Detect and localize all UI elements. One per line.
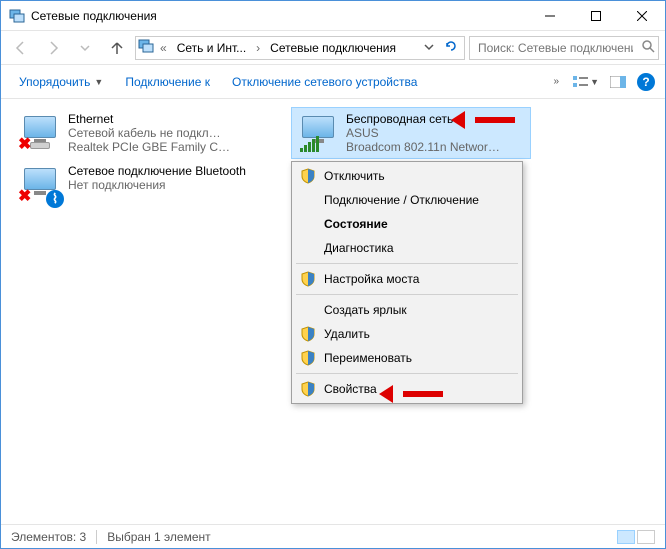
breadcrumb-network[interactable]: Сеть и Инт... bbox=[173, 41, 250, 55]
connection-status: ASUS bbox=[346, 126, 500, 140]
recent-dropdown[interactable] bbox=[71, 36, 99, 60]
breadcrumb-connections[interactable]: Сетевые подключения bbox=[266, 41, 400, 55]
up-button[interactable] bbox=[103, 36, 131, 60]
connection-name: Сетевое подключение Bluetooth bbox=[68, 164, 246, 178]
chevron-icon: « bbox=[156, 41, 171, 55]
connection-status: Сетевой кабель не подкл… bbox=[68, 126, 230, 140]
connection-device: Broadcom 802.11n Networ… bbox=[346, 140, 500, 154]
signal-bars-icon bbox=[300, 136, 319, 152]
menu-separator bbox=[296, 373, 518, 374]
chevron-down-icon: ▼ bbox=[590, 77, 599, 87]
menu-status[interactable]: Состояние bbox=[294, 212, 520, 236]
connect-to-label: Подключение к bbox=[125, 75, 210, 89]
view-large-icon[interactable] bbox=[637, 530, 655, 544]
refresh-icon[interactable] bbox=[440, 39, 462, 56]
connect-to-button[interactable]: Подключение к bbox=[117, 71, 218, 93]
status-bar: Элементов: 3 Выбран 1 элемент bbox=[1, 524, 665, 548]
menu-diagnostics[interactable]: Диагностика bbox=[294, 236, 520, 260]
organize-button[interactable]: Упорядочить ▼ bbox=[11, 71, 111, 93]
preview-pane-button[interactable] bbox=[605, 72, 631, 92]
disable-device-label: Отключение сетевого устройства bbox=[232, 75, 417, 89]
chevron-right-icon: » bbox=[553, 76, 559, 87]
view-options-button[interactable]: ▼ bbox=[573, 72, 599, 92]
ethernet-icon: ✖ bbox=[20, 112, 60, 152]
annotation-arrow bbox=[463, 113, 515, 127]
more-button[interactable]: » bbox=[545, 72, 567, 91]
menu-connect-disconnect-label: Подключение / Отключение bbox=[324, 193, 479, 207]
connection-name: Ethernet bbox=[68, 112, 230, 126]
menu-properties-label: Свойства bbox=[324, 382, 377, 396]
chevron-down-icon: ▼ bbox=[94, 77, 103, 87]
wifi-icon bbox=[298, 112, 338, 152]
connection-device: Realtek PCIe GBE Family C… bbox=[68, 140, 230, 154]
menu-delete-label: Удалить bbox=[324, 327, 370, 341]
context-menu: Отключить Подключение / Отключение Состо… bbox=[291, 161, 523, 404]
organize-label: Упорядочить bbox=[19, 75, 90, 89]
maximize-button[interactable] bbox=[573, 1, 619, 31]
titlebar: Сетевые подключения bbox=[1, 1, 665, 31]
menu-separator bbox=[296, 263, 518, 264]
help-button[interactable]: ? bbox=[637, 73, 655, 91]
shield-icon bbox=[300, 326, 316, 342]
address-bar: « Сеть и Инт... › Сетевые подключения bbox=[1, 31, 665, 65]
back-button[interactable] bbox=[7, 36, 35, 60]
disconnected-x-icon: ✖ bbox=[18, 186, 31, 206]
disable-device-button[interactable]: Отключение сетевого устройства bbox=[224, 71, 425, 93]
minimize-button[interactable] bbox=[527, 1, 573, 31]
menu-rename-label: Переименовать bbox=[324, 351, 412, 365]
status-selected-count: Выбран 1 элемент bbox=[107, 530, 210, 544]
status-separator bbox=[96, 530, 97, 544]
menu-disable[interactable]: Отключить bbox=[294, 164, 520, 188]
connection-bluetooth[interactable]: ⌇ ✖ Сетевое подключение Bluetooth Нет по… bbox=[13, 159, 253, 209]
menu-create-shortcut[interactable]: Создать ярлык bbox=[294, 298, 520, 322]
menu-rename[interactable]: Переименовать bbox=[294, 346, 520, 370]
toolbar: Упорядочить ▼ Подключение к Отключение с… bbox=[1, 65, 665, 99]
bluetooth-icon: ⌇ ✖ bbox=[20, 164, 60, 204]
search-icon bbox=[641, 39, 655, 56]
menu-diagnostics-label: Диагностика bbox=[324, 241, 394, 255]
view-mode-switcher[interactable] bbox=[617, 530, 655, 544]
shield-icon bbox=[300, 168, 316, 184]
shield-icon bbox=[300, 381, 316, 397]
close-button[interactable] bbox=[619, 1, 665, 31]
view-details-icon[interactable] bbox=[617, 530, 635, 544]
menu-bridge[interactable]: Настройка моста bbox=[294, 267, 520, 291]
menu-connect-disconnect[interactable]: Подключение / Отключение bbox=[294, 188, 520, 212]
menu-separator bbox=[296, 294, 518, 295]
window-title: Сетевые подключения bbox=[31, 9, 527, 23]
menu-disable-label: Отключить bbox=[324, 169, 385, 183]
connection-ethernet[interactable]: ✖ Ethernet Сетевой кабель не подкл… Real… bbox=[13, 107, 253, 159]
forward-button[interactable] bbox=[39, 36, 67, 60]
menu-delete[interactable]: Удалить bbox=[294, 322, 520, 346]
menu-status-label: Состояние bbox=[324, 217, 388, 231]
menu-bridge-label: Настройка моста bbox=[324, 272, 419, 286]
status-element-count: Элементов: 3 bbox=[11, 530, 86, 544]
breadcrumb-icon bbox=[138, 38, 154, 57]
annotation-arrow bbox=[391, 387, 443, 401]
breadcrumb-dropdown-icon[interactable] bbox=[420, 41, 438, 55]
window-icon bbox=[9, 8, 25, 24]
chevron-right-icon: › bbox=[252, 41, 264, 55]
breadcrumb[interactable]: « Сеть и Инт... › Сетевые подключения bbox=[135, 36, 465, 60]
disconnected-x-icon: ✖ bbox=[18, 134, 31, 154]
connection-status: Нет подключения bbox=[68, 178, 246, 192]
search-input[interactable] bbox=[476, 40, 635, 56]
shield-icon bbox=[300, 271, 316, 287]
menu-create-shortcut-label: Создать ярлык bbox=[324, 303, 407, 317]
search-box[interactable] bbox=[469, 36, 659, 60]
shield-icon bbox=[300, 350, 316, 366]
content-area: ✖ Ethernet Сетевой кабель не подкл… Real… bbox=[1, 99, 665, 524]
